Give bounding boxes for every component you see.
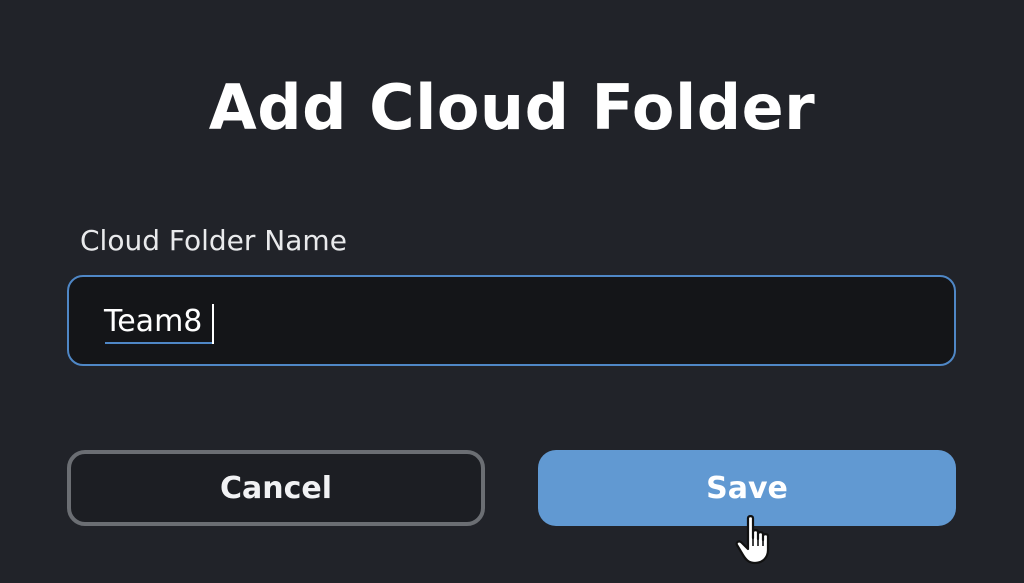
- hand-pointer-icon: [735, 515, 770, 565]
- save-button-label: Save: [706, 470, 788, 506]
- folder-name-input-value[interactable]: Team8: [104, 301, 202, 343]
- folder-name-label: Cloud Folder Name: [80, 224, 347, 257]
- text-caret: [212, 304, 214, 344]
- input-text-underline: [105, 342, 213, 344]
- add-cloud-folder-dialog: Add Cloud Folder Cloud Folder Name Team8…: [0, 0, 1024, 583]
- dialog-title: Add Cloud Folder: [208, 71, 816, 144]
- cancel-button[interactable]: Cancel: [67, 450, 485, 526]
- cancel-button-label: Cancel: [219, 470, 333, 506]
